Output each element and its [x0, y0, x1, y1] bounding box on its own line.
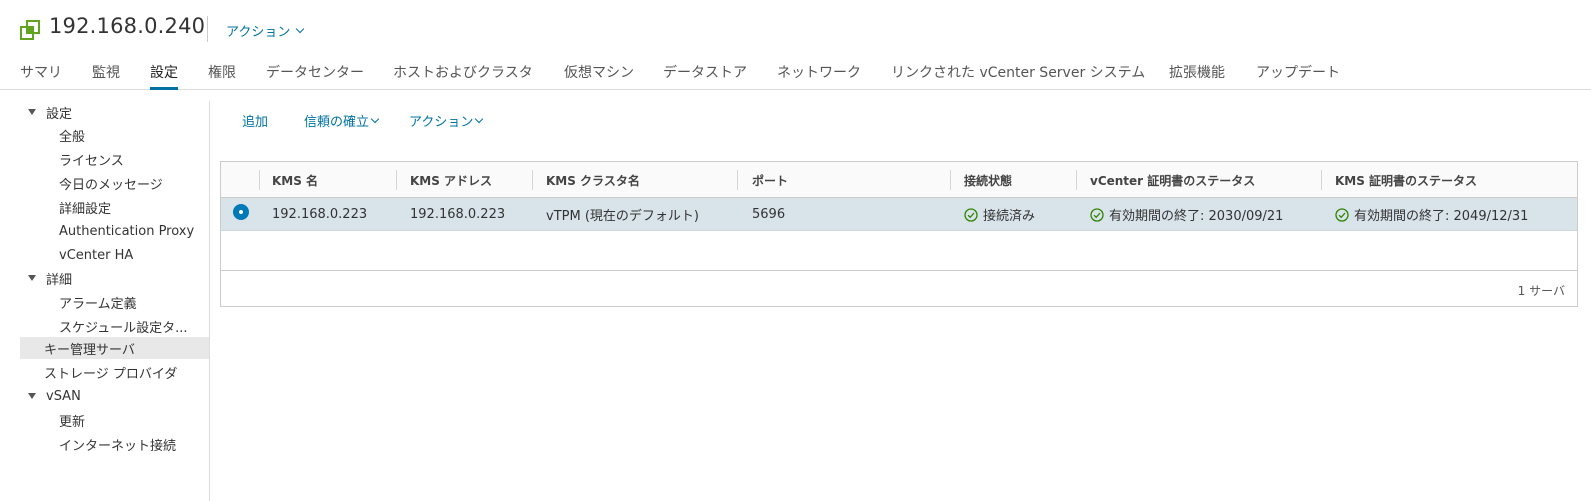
tab-summary[interactable]: サマリ — [20, 62, 62, 90]
cell-kms-address: 192.168.0.223 — [410, 207, 506, 222]
column-header-connection-status[interactable]: 接続状態 — [964, 162, 1012, 198]
add-button[interactable]: 追加 — [242, 111, 268, 130]
page-title: 192.168.0.240 — [49, 14, 206, 38]
sidebar-item-internet-connectivity[interactable]: インターネット接続 — [20, 433, 209, 455]
sidebar-item-vcenter-ha[interactable]: vCenter HA — [20, 244, 209, 266]
tab-monitor[interactable]: 監視 — [92, 62, 120, 90]
column-separator — [259, 170, 260, 190]
tab-permissions[interactable]: 権限 — [208, 62, 236, 90]
sidebar-item-authentication-proxy[interactable]: Authentication Proxy — [20, 220, 209, 242]
tab-linked-vcenter[interactable]: リンクされた vCenter Server システム — [891, 62, 1145, 90]
chevron-down-icon — [296, 24, 305, 33]
column-separator — [737, 170, 738, 190]
kms-cert-status-text: 有効期間の終了: 2049/12/31 — [1354, 209, 1529, 224]
table-row[interactable]: 192.168.0.223 192.168.0.223 vTPM (現在のデフォ… — [221, 198, 1577, 231]
tab-datacenters[interactable]: データセンター — [266, 62, 364, 90]
sidebar-item-label: 設定 — [46, 106, 73, 122]
cell-vcenter-cert-status: 有効期間の終了: 2030/09/21 — [1090, 198, 1283, 231]
sidebar-group-more[interactable]: 詳細 — [20, 267, 209, 289]
column-header-kms-cert-status[interactable]: KMS 証明書のステータス — [1335, 162, 1477, 198]
server-count: 1 サーバ — [1517, 284, 1565, 298]
sidebar-item-general[interactable]: 全般 — [20, 124, 209, 146]
header-divider — [207, 16, 208, 42]
caret-down-icon — [28, 275, 36, 281]
sidebar-item-scheduled-tasks[interactable]: スケジュール設定タ... — [20, 315, 209, 337]
column-separator — [1076, 170, 1077, 190]
object-header: 192.168.0.240 アクション — [0, 0, 1591, 58]
sidebar-item-alarm-definitions[interactable]: アラーム定義 — [20, 291, 209, 313]
cell-kms-cluster: vTPM (現在のデフォルト) — [546, 209, 699, 224]
establish-trust-label: 信頼の確立 — [304, 115, 370, 130]
check-circle-icon — [964, 207, 978, 222]
establish-trust-button[interactable]: 信頼の確立 — [304, 111, 380, 130]
column-header-vcenter-cert-status[interactable]: vCenter 証明書のステータス — [1090, 162, 1255, 198]
sidebar-group-settings[interactable]: 設定 — [20, 101, 209, 123]
cell-kms-name: 192.168.0.223 — [272, 207, 368, 222]
column-header-kms-cluster[interactable]: KMS クラスタ名 — [546, 162, 640, 198]
sidebar-item-key-management-servers[interactable]: キー管理サーバ — [20, 337, 209, 359]
tab-hosts-clusters[interactable]: ホストおよびクラスタ — [393, 62, 533, 90]
vcenter-cert-status-text: 有効期間の終了: 2030/09/21 — [1109, 209, 1284, 224]
tab-bar: サマリ 監視 設定 権限 データセンター ホストおよびクラスタ 仮想マシン デー… — [0, 58, 1591, 90]
caret-down-icon — [28, 393, 36, 399]
sidebar-item-update[interactable]: 更新 — [20, 409, 209, 431]
grid-footer: 1 サーバ — [221, 270, 1577, 306]
tab-configure[interactable]: 設定 — [150, 62, 178, 90]
chevron-down-icon — [370, 114, 380, 123]
cell-port: 5696 — [752, 207, 786, 222]
actions-button[interactable]: アクション — [409, 111, 484, 130]
row-select-radio[interactable] — [233, 204, 249, 220]
column-separator — [1321, 170, 1322, 190]
chevron-down-icon — [475, 114, 484, 123]
sidebar-item-storage-providers[interactable]: ストレージ プロバイダ — [20, 361, 209, 383]
tab-extensions[interactable]: 拡張機能 — [1169, 62, 1225, 90]
tab-updates[interactable]: アップデート — [1256, 62, 1340, 90]
kms-datagrid: KMS 名 KMS アドレス KMS クラスタ名 ポート 接続状態 vCente… — [220, 161, 1578, 307]
tab-networks[interactable]: ネットワーク — [777, 62, 861, 90]
column-header-kms-address[interactable]: KMS アドレス — [410, 162, 492, 198]
sidebar-group-vsan[interactable]: vSAN — [20, 385, 209, 407]
column-header-kms-name[interactable]: KMS 名 — [272, 162, 318, 198]
sidebar-item-advanced-settings[interactable]: 詳細設定 — [20, 196, 209, 218]
header-actions-label: アクション — [226, 25, 291, 40]
connection-status-text: 接続済み — [983, 209, 1036, 224]
column-separator — [396, 170, 397, 190]
caret-down-icon — [28, 109, 36, 115]
grid-header: KMS 名 KMS アドレス KMS クラスタ名 ポート 接続状態 vCente… — [221, 162, 1577, 198]
sidebar-item-label: vSAN — [46, 388, 81, 404]
sidebar-item-label: 詳細 — [46, 272, 73, 288]
cell-connection-status: 接続済み — [964, 198, 1035, 231]
header-actions-menu[interactable]: アクション — [226, 21, 305, 40]
tab-vms[interactable]: 仮想マシン — [564, 62, 634, 90]
cell-kms-cert-status: 有効期間の終了: 2049/12/31 — [1335, 198, 1528, 231]
column-header-port[interactable]: ポート — [752, 162, 788, 198]
check-circle-icon — [1335, 207, 1349, 222]
column-separator — [950, 170, 951, 190]
check-circle-icon — [1090, 207, 1104, 222]
host-icon — [20, 20, 40, 40]
sidebar-item-message-of-the-day[interactable]: 今日のメッセージ — [20, 172, 209, 194]
tab-datastores[interactable]: データストア — [663, 62, 747, 90]
actions-label: アクション — [409, 115, 474, 130]
column-separator — [532, 170, 533, 190]
sidebar-item-licensing[interactable]: ライセンス — [20, 148, 209, 170]
settings-sidebar: 設定 全般 ライセンス 今日のメッセージ 詳細設定 Authentication… — [20, 101, 210, 501]
